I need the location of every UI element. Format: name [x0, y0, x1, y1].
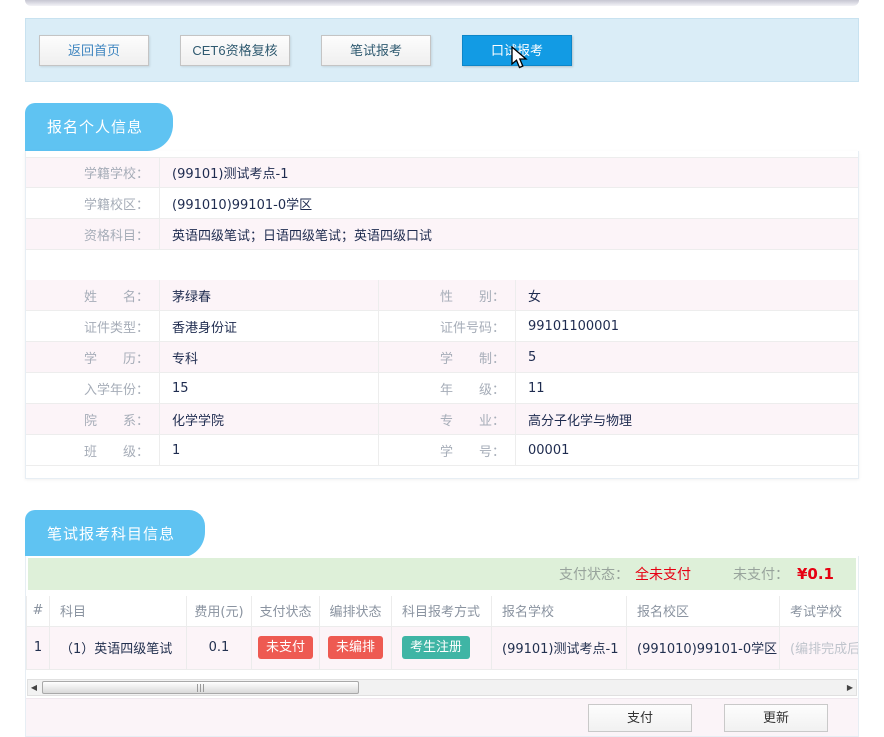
written-exam-button[interactable]: 笔试报考 — [321, 35, 431, 66]
field-label: 姓 名： — [26, 280, 160, 310]
personal-info-panel: 学籍学校： (99101)测试考点-1 学籍校区： (991010)99101-… — [25, 151, 859, 479]
field-label: 院 系： — [26, 404, 160, 434]
cell-pay-status: 未支付 — [252, 626, 320, 669]
cell-campus: (991010)99101-0学区 — [627, 626, 780, 669]
subjects-table-header-row: # 科目 费用(元) 支付状态 编排状态 科目报考方式 报名学校 报名校区 考试… — [27, 596, 859, 626]
register-mode-badge: 考生注册 — [402, 636, 470, 659]
horizontal-scrollbar[interactable]: ◀ ▶ — [27, 679, 857, 696]
field-value: 香港身份证 — [160, 311, 379, 341]
cell-exam-school: (编排完成后 — [780, 626, 859, 669]
scroll-left-icon[interactable]: ◀ — [28, 680, 40, 695]
back-home-button[interactable]: 返回首页 — [39, 35, 149, 66]
col-header-campus: 报名校区 — [627, 596, 780, 626]
field-label: 学 号： — [379, 435, 516, 465]
info-row-name-gender: 姓 名： 茅绿春 性 别： 女 — [26, 280, 858, 311]
field-label: 班 级： — [26, 435, 160, 465]
field-value: 化学学院 — [160, 404, 379, 434]
field-value: 11 — [516, 373, 858, 403]
col-header-subject: 科目 — [50, 596, 187, 626]
cell-school: (99101)测试考点-1 — [492, 626, 627, 669]
info-row-degree-duration: 学 历： 专科 学 制： 5 — [26, 342, 858, 373]
info-row-idtype-idnumber: 证件类型： 香港身份证 证件号码： 99101100001 — [26, 311, 858, 342]
toolbar: 返回首页 CET6资格复核 笔试报考 口试报考 — [25, 18, 859, 82]
cell-subject: （1）英语四级笔试 — [50, 626, 187, 669]
cet-registration-page: { "toolbar": { "home_label": "返回首页", "ce… — [0, 0, 884, 737]
field-value: 15 — [160, 373, 379, 403]
info-row-department-major: 院 系： 化学学院 专 业： 高分子化学与物理 — [26, 404, 858, 435]
field-value: 5 — [516, 342, 858, 372]
col-header-index: # — [27, 596, 50, 626]
field-value: (99101)测试考点-1 — [160, 158, 858, 187]
written-subjects-panel: 支付状态： 全未支付 未支付： ¥0.1 # 科目 费用(元) 支付状态 编排状… — [25, 556, 859, 737]
field-label: 年 级： — [379, 373, 516, 403]
field-value: 女 — [516, 280, 858, 310]
written-subjects-panel-title: 笔试报考科目信息 — [25, 510, 205, 558]
col-header-pay-status: 支付状态 — [252, 596, 320, 626]
payment-status-label: 支付状态： — [559, 564, 629, 584]
update-button[interactable]: 更新 — [724, 704, 828, 732]
field-value: 高分子化学与物理 — [516, 404, 858, 434]
info-row-campus: 学籍校区： (991010)99101-0学区 — [26, 188, 858, 219]
top-residual-header-strip — [25, 0, 859, 6]
info-row-class-studentno: 班 级： 1 学 号： 00001 — [26, 435, 858, 466]
cell-arrange-status: 未编排 — [320, 626, 392, 669]
scrollbar-grip-icon — [197, 684, 206, 692]
unarranged-status-badge: 未编排 — [328, 636, 383, 659]
pay-button[interactable]: 支付 — [588, 704, 692, 732]
field-label: 入学年份： — [26, 373, 160, 403]
field-label: 学 制： — [379, 342, 516, 372]
field-value: 99101100001 — [516, 311, 858, 341]
field-value: (991010)99101-0学区 — [160, 188, 858, 218]
panel-footer: 支付 更新 — [26, 698, 858, 736]
unpaid-status-badge: 未支付 — [258, 636, 313, 659]
field-label: 资格科目： — [26, 219, 160, 249]
field-value: 专科 — [160, 342, 379, 372]
cell-fee: 0.1 — [187, 626, 252, 669]
field-value: 1 — [160, 435, 379, 465]
col-header-exam-school: 考试学校 — [780, 596, 859, 626]
field-label: 学 历： — [26, 342, 160, 372]
field-label: 证件号码： — [379, 311, 516, 341]
unpaid-label: 未支付： — [733, 564, 789, 584]
cet6-review-button[interactable]: CET6资格复核 — [180, 35, 290, 66]
info-row-qualified-subjects: 资格科目： 英语四级笔试；日语四级笔试；英语四级口试 — [26, 219, 858, 250]
field-label: 学籍校区： — [26, 188, 160, 218]
field-label: 性 别： — [379, 280, 516, 310]
info-row-school: 学籍学校： (99101)测试考点-1 — [26, 157, 858, 188]
col-header-arrange-status: 编排状态 — [320, 596, 392, 626]
payment-status-bar: 支付状态： 全未支付 未支付： ¥0.1 — [28, 558, 856, 590]
field-value: 00001 — [516, 435, 858, 465]
subjects-table-viewport: # 科目 费用(元) 支付状态 编排状态 科目报考方式 报名学校 报名校区 考试… — [26, 596, 858, 670]
subjects-table: # 科目 费用(元) 支付状态 编排状态 科目报考方式 报名学校 报名校区 考试… — [26, 596, 858, 670]
payment-status-value: 全未支付 — [635, 564, 691, 584]
col-header-school: 报名学校 — [492, 596, 627, 626]
subject-table-row: 1 （1）英语四级笔试 0.1 未支付 未编排 考生注册 (99101)测试考点… — [27, 626, 859, 669]
personal-info-panel-title: 报名个人信息 — [25, 103, 173, 151]
field-label: 专 业： — [379, 404, 516, 434]
row-spacer — [26, 250, 858, 280]
cell-index: 1 — [27, 626, 50, 669]
oral-exam-button[interactable]: 口试报考 — [462, 35, 572, 66]
field-value: 茅绿春 — [160, 280, 379, 310]
cell-mode: 考生注册 — [392, 626, 492, 669]
unpaid-amount: ¥0.1 — [797, 565, 834, 583]
scroll-right-icon[interactable]: ▶ — [844, 680, 856, 695]
info-row-enrollyear-grade: 入学年份： 15 年 级： 11 — [26, 373, 858, 404]
col-header-fee: 费用(元) — [187, 596, 252, 626]
field-label: 学籍学校： — [26, 158, 160, 187]
col-header-mode: 科目报考方式 — [392, 596, 492, 626]
field-value: 英语四级笔试；日语四级笔试；英语四级口试 — [160, 219, 858, 249]
field-label: 证件类型： — [26, 311, 160, 341]
scrollbar-thumb[interactable] — [42, 681, 359, 694]
